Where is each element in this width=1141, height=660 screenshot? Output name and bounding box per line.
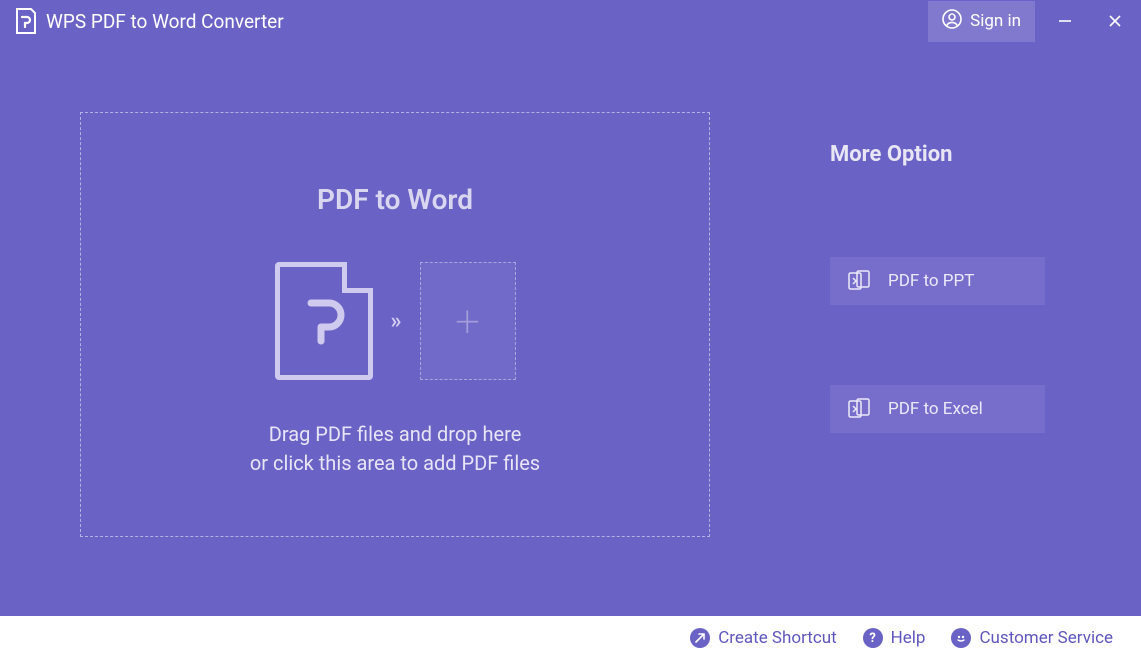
main-area: PDF to Word » + Drag PDF files and drop … [0, 42, 1141, 616]
dropzone-instructions: Drag PDF files and drop here or click th… [250, 420, 540, 478]
excel-convert-icon [848, 398, 870, 420]
minimize-icon [1057, 13, 1073, 29]
minimize-button[interactable] [1045, 1, 1085, 41]
create-shortcut-label: Create Shortcut [718, 628, 836, 648]
close-icon [1107, 13, 1123, 29]
drop-text-line-2: or click this area to add PDF files [250, 449, 540, 478]
pdf-to-excel-label: PDF to Excel [888, 399, 983, 419]
app-logo-icon [14, 8, 36, 34]
drop-text-line-1: Drag PDF files and drop here [250, 420, 540, 449]
side-panel: More Option PDF to PPT PDF to Excel [830, 112, 1071, 576]
footer-bar: Create Shortcut ? Help Customer Service [0, 616, 1141, 660]
customer-service-link[interactable]: Customer Service [951, 628, 1113, 648]
help-link[interactable]: ? Help [863, 628, 926, 648]
customer-service-label: Customer Service [979, 628, 1113, 648]
ppt-convert-icon [848, 270, 870, 292]
add-file-box[interactable]: + [420, 262, 516, 380]
pdf-dropzone[interactable]: PDF to Word » + Drag PDF files and drop … [80, 112, 710, 537]
arrow-right-icon: » [391, 309, 402, 334]
app-title: WPS PDF to Word Converter [46, 10, 284, 33]
pdf-document-icon [275, 262, 373, 380]
plus-icon: + [455, 295, 480, 347]
more-option-title: More Option [830, 142, 1071, 167]
help-label: Help [891, 628, 926, 648]
title-bar: WPS PDF to Word Converter Sign in [0, 0, 1141, 42]
pdf-to-ppt-label: PDF to PPT [888, 271, 974, 291]
shortcut-icon [690, 628, 710, 648]
help-icon: ? [863, 628, 883, 648]
pdf-to-excel-button[interactable]: PDF to Excel [830, 385, 1045, 433]
dropzone-title: PDF to Word [317, 183, 473, 216]
customer-service-icon [951, 628, 971, 648]
dropzone-icons-row: » + [275, 262, 516, 380]
sign-in-button[interactable]: Sign in [928, 1, 1035, 42]
user-icon [942, 9, 962, 34]
pdf-to-ppt-button[interactable]: PDF to PPT [830, 257, 1045, 305]
sign-in-label: Sign in [970, 11, 1021, 31]
close-button[interactable] [1095, 1, 1135, 41]
create-shortcut-link[interactable]: Create Shortcut [690, 628, 836, 648]
